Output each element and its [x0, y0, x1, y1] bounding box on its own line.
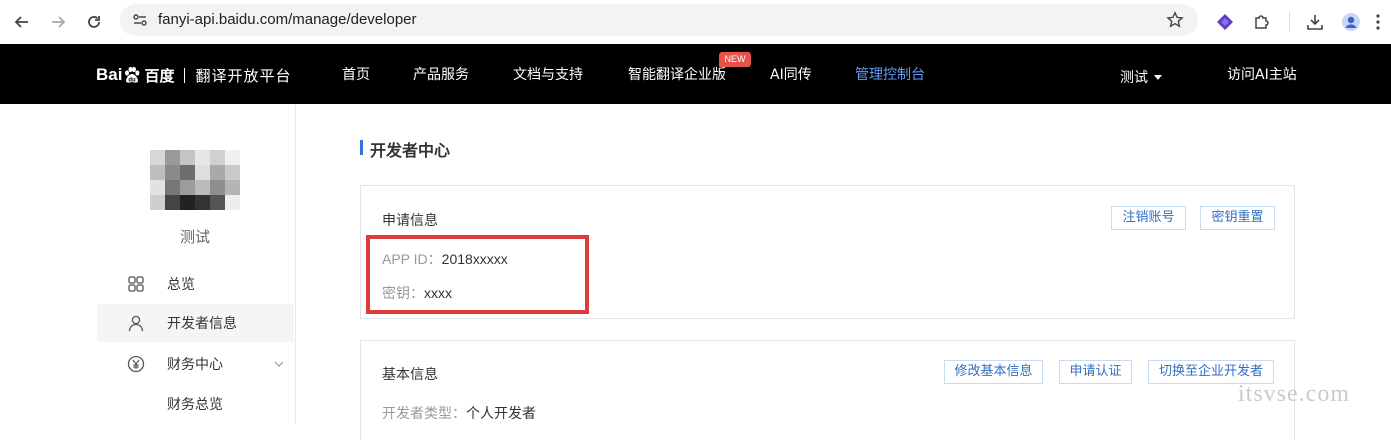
sidebar-item-developer-info[interactable]: 开发者信息: [97, 304, 294, 342]
nav-home[interactable]: 首页: [342, 67, 370, 83]
logo-bai-text: Bai: [96, 65, 123, 84]
nav-console[interactable]: 管理控制台: [855, 67, 925, 83]
download-icon: [1307, 15, 1323, 30]
nav-products[interactable]: 产品服务: [413, 67, 469, 83]
url-text: fanyi-api.baidu.com/manage/developer: [158, 11, 417, 28]
cancel-account-button[interactable]: 注销账号: [1111, 206, 1186, 230]
page-title-accent: [360, 140, 363, 155]
edit-basic-info-button[interactable]: 修改基本信息: [944, 360, 1043, 384]
user-menu-label: 测试: [1120, 70, 1148, 86]
extension-button[interactable]: [1212, 9, 1238, 35]
developer-type-field: 开发者类型：个人开发者: [382, 403, 536, 423]
nav-ai-interpretation[interactable]: AI同传: [770, 67, 812, 83]
sidebar-item-label: 财务总览: [167, 397, 223, 413]
extensions-menu-button[interactable]: [1249, 9, 1275, 35]
logo-cn-text: 百度: [144, 66, 175, 85]
grid-icon: [128, 276, 144, 292]
profile-avatar-icon: [1342, 13, 1360, 31]
nav-docs[interactable]: 文档与支持: [513, 67, 583, 83]
sidebar-item-label: 总览: [167, 277, 195, 293]
new-badge: NEW: [719, 52, 751, 67]
paw-icon: du: [125, 66, 140, 84]
watermark: itsvse.com: [1238, 381, 1350, 407]
sidebar-item-overview[interactable]: 总览: [97, 265, 294, 303]
apply-certification-button[interactable]: 申请认证: [1059, 360, 1132, 384]
visit-ai-link[interactable]: 访问AI主站: [1227, 67, 1297, 83]
reload-icon: [88, 16, 100, 28]
caret-down-icon: [1154, 74, 1162, 80]
kebab-menu-icon: [1376, 14, 1380, 30]
yen-circle-icon: [127, 355, 145, 373]
layers-extension-icon: [1217, 14, 1233, 30]
platform-title: 翻译开放平台: [195, 66, 292, 85]
downloads-button[interactable]: [1302, 9, 1328, 35]
avatar: [150, 136, 240, 224]
reload-button[interactable]: [81, 9, 107, 35]
back-button[interactable]: [9, 9, 35, 35]
page-title: 开发者中心: [370, 141, 451, 160]
developer-type-value: 个人开发者: [466, 405, 536, 421]
forward-button[interactable]: [45, 9, 71, 35]
puzzle-icon: [1255, 15, 1269, 29]
username: 测试: [179, 228, 210, 246]
star-icon[interactable]: [1166, 11, 1184, 29]
logo-divider: [184, 67, 186, 83]
toolbar-divider: [1289, 12, 1290, 32]
nav-enterprise[interactable]: 智能翻译企业版: [628, 67, 726, 83]
sidebar-item-label: 开发者信息: [167, 316, 237, 332]
arrow-left-icon: [14, 16, 28, 28]
user-menu[interactable]: 测试: [1120, 67, 1162, 87]
sidebar-item-finance[interactable]: 财务中心: [97, 345, 294, 383]
address-bar[interactable]: fanyi-api.baidu.com/manage/developer: [120, 4, 1198, 36]
sidebar-item-label: 财务中心: [167, 357, 223, 373]
browser-toolbar: fanyi-api.baidu.com/manage/developer: [0, 0, 1391, 44]
profile-button[interactable]: [1338, 9, 1364, 35]
developer-type-label: 开发者类型：: [382, 405, 466, 421]
sidebar-item-finance-overview[interactable]: 财务总览: [97, 385, 294, 423]
site-header: Bai du 百度 翻译开放平台 首页 产品服务 文档与支持 智能翻译企业版 A…: [0, 44, 1391, 104]
reset-key-button[interactable]: 密钥重置: [1200, 206, 1275, 230]
highlight-box: [366, 235, 589, 314]
chevron-down-icon[interactable]: [274, 359, 284, 369]
arrow-right-icon: [52, 16, 66, 28]
svg-text:du: du: [129, 78, 137, 84]
basic-info-card: 基本信息 修改基本信息 申请认证 切换至企业开发者 开发者类型：个人开发者: [360, 340, 1295, 440]
site-settings-icon[interactable]: [132, 12, 148, 28]
apply-info-title: 申请信息: [382, 213, 438, 229]
browser-menu-button[interactable]: [1370, 9, 1386, 35]
user-icon: [128, 315, 144, 332]
basic-info-title: 基本信息: [382, 367, 438, 383]
baidu-logo[interactable]: Bai du 百度 翻译开放平台: [96, 64, 292, 86]
